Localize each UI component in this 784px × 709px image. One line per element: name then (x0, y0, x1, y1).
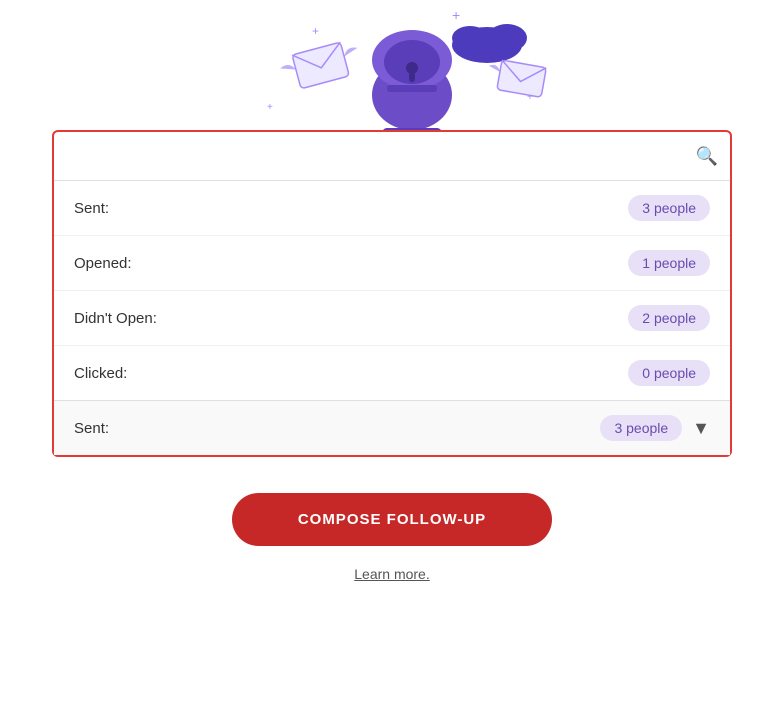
stats-item-label: Clicked: (74, 365, 127, 382)
stats-item[interactable]: Didn't Open: 2 people (54, 291, 730, 346)
search-icon[interactable]: 🔍 (696, 146, 718, 167)
chevron-down-icon[interactable]: ▼ (692, 418, 710, 439)
footer-collapsed-row[interactable]: Sent: 3 people ▼ (54, 400, 730, 455)
stats-item[interactable]: Opened: 1 people (54, 236, 730, 291)
stats-item-badge: 2 people (628, 305, 710, 331)
stats-item-badge: 3 people (628, 195, 710, 221)
stats-item-label: Didn't Open: (74, 310, 157, 327)
svg-text:+: + (452, 7, 460, 23)
stats-item-badge: 1 people (628, 250, 710, 276)
learn-more-link[interactable]: Learn more. (52, 566, 732, 582)
stats-item-label: Opened: (74, 255, 132, 272)
email-illustration: + + + + + (0, 0, 784, 140)
stats-scrollable-list[interactable]: Sent: 3 people Opened: 1 people Didn't Open:… (54, 180, 730, 400)
search-input-row[interactable]: 🔍 (54, 132, 730, 180)
search-dropdown-container: 🔍 Sent: 3 people Opened: 1 people Didn't Ope… (52, 130, 732, 457)
svg-text:+: + (267, 102, 273, 113)
footer-people-badge: 3 people (600, 415, 682, 441)
footer-right: 3 people ▼ (600, 415, 710, 441)
main-content: 🔍 Sent: 3 people Opened: 1 people Didn't Ope… (52, 130, 732, 582)
stats-item[interactable]: Sent: 3 people (54, 181, 730, 236)
svg-text:+: + (312, 24, 319, 38)
footer-label: Sent: (74, 420, 109, 437)
compose-followup-button[interactable]: COMPOSE FOLLOW-UP (232, 493, 552, 546)
search-input[interactable] (66, 147, 696, 165)
stats-item-label: Sent: (74, 200, 109, 217)
stats-item[interactable]: Clicked: 0 people (54, 346, 730, 400)
stats-item-badge: 0 people (628, 360, 710, 386)
